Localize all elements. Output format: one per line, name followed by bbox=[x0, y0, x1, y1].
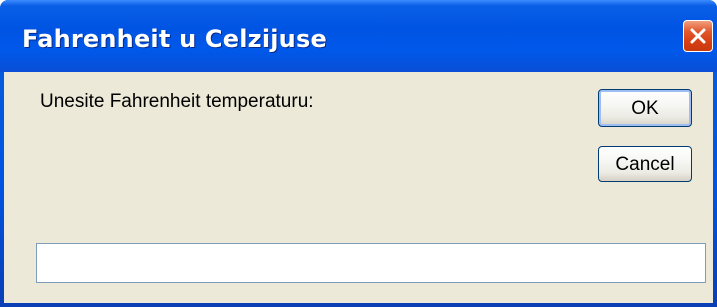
cancel-button[interactable]: Cancel bbox=[598, 146, 692, 182]
window-title: Fahrenheit u Celzijuse bbox=[22, 25, 327, 53]
dialog-window: Fahrenheit u Celzijuse Unesite Fahrenhei… bbox=[0, 0, 717, 307]
title-bar[interactable]: Fahrenheit u Celzijuse bbox=[0, 0, 717, 72]
prompt-label: Unesite Fahrenheit temperaturu: bbox=[40, 91, 314, 112]
temperature-input[interactable] bbox=[36, 243, 706, 283]
close-icon bbox=[690, 28, 706, 44]
close-button[interactable] bbox=[683, 20, 713, 52]
dialog-body: Unesite Fahrenheit temperaturu: OK Cance… bbox=[4, 72, 713, 303]
ok-button[interactable]: OK bbox=[598, 89, 692, 127]
